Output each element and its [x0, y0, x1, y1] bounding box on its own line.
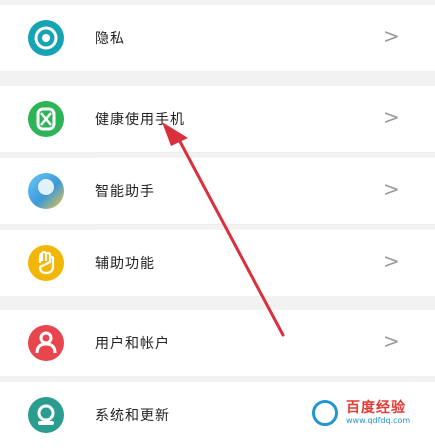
settings-item-users-accounts[interactable]: 用户和帐户 > [0, 310, 435, 376]
row-separator [95, 224, 435, 225]
chevron-right-icon: > [383, 24, 400, 48]
watermark-logo: 百度经验 www.qdfdq.com [312, 396, 432, 430]
settings-item-accessibility[interactable]: 辅助功能 > [0, 230, 435, 296]
watermark-title: 百度经验 [346, 400, 406, 416]
system-icon [28, 397, 64, 433]
settings-item-label: 智能助手 [95, 184, 155, 200]
section-divider [0, 296, 435, 304]
watermark-circle-icon [312, 400, 338, 426]
watermark-url: www.qdfdq.com [346, 416, 411, 425]
settings-item-label: 用户和帐户 [95, 336, 170, 352]
privacy-icon [28, 20, 64, 56]
settings-item-smart-assistant[interactable]: 智能助手 > [0, 158, 435, 224]
settings-list: 隐私 > 健康使用手机 > 智能助手 > 辅助功能 > 用户和帐户 > 系统和更… [0, 0, 435, 448]
user-icon [28, 325, 64, 361]
settings-item-label: 系统和更新 [95, 408, 170, 424]
assistant-icon [28, 173, 64, 209]
settings-item-privacy[interactable]: 隐私 > [0, 5, 435, 71]
chevron-right-icon: > [383, 329, 400, 353]
settings-item-digital-balance[interactable]: 健康使用手机 > [0, 86, 435, 152]
settings-item-label: 隐私 [95, 31, 125, 47]
row-separator [95, 152, 435, 153]
settings-item-label: 健康使用手机 [95, 112, 185, 128]
settings-item-label: 辅助功能 [95, 256, 155, 272]
hourglass-icon [28, 101, 64, 137]
chevron-right-icon: > [383, 177, 400, 201]
chevron-right-icon: > [383, 105, 400, 129]
section-divider [0, 71, 435, 79]
chevron-right-icon: > [383, 249, 400, 273]
hand-icon [28, 245, 64, 281]
